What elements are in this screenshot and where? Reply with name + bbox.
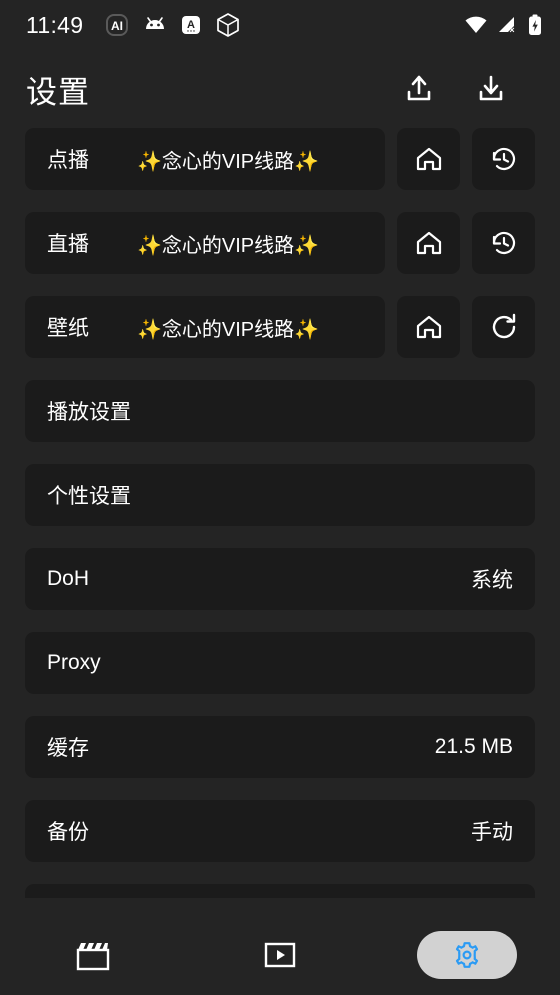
live-tv-play-icon <box>263 940 297 970</box>
svg-text:AI: AI <box>111 19 123 33</box>
page-title: 设置 <box>26 74 90 110</box>
status-notification-icons: AI A <box>105 12 241 38</box>
backup-value: 手动 <box>471 821 513 844</box>
wifi-icon <box>464 15 488 35</box>
upload-icon[interactable] <box>402 72 436 106</box>
history-icon <box>489 228 519 258</box>
settings-row-playback: 播放设置 <box>25 380 535 442</box>
refresh-icon <box>489 312 519 342</box>
doh-value: 系统 <box>471 569 513 592</box>
settings-row-live: 直播 ✨念心的VIP线路✨ <box>25 212 535 274</box>
live-line-text: 念心的VIP线路 <box>161 234 295 257</box>
movie-clapperboard-icon <box>75 938 111 972</box>
home-icon <box>414 228 444 258</box>
nav-tab-movies[interactable] <box>0 915 187 995</box>
sparkle-icon: ✨ <box>137 150 162 173</box>
playback-settings-label: 播放设置 <box>47 401 131 424</box>
android-robot-icon <box>143 16 167 34</box>
sparkle-icon: ✨ <box>294 234 320 257</box>
doh-label: DoH <box>47 567 90 590</box>
settings-row-personalization: 个性设置 <box>25 464 535 526</box>
cellular-signal-no-sim-icon: × <box>497 15 519 35</box>
settings-row-cache: 缓存 21.5 MB <box>25 716 535 778</box>
nav-tab-live[interactable] <box>187 915 374 995</box>
app-screen: 11:49 AI A × 设置 点播 ✨念心的VIP线路✨ 直播 ✨念心的VIP… <box>0 0 560 995</box>
svg-text:A: A <box>187 19 195 31</box>
settings-row-doh: DoH 系统 <box>25 548 535 610</box>
status-bar: 11:49 AI A × <box>0 0 560 50</box>
backup-item[interactable]: 备份 手动 <box>25 800 535 862</box>
nav-pill-movies <box>43 931 143 979</box>
wallpaper-home-button[interactable] <box>397 296 460 358</box>
header-actions <box>402 72 534 106</box>
settings-row-backup: 备份 手动 <box>25 800 535 862</box>
cache-label: 缓存 <box>47 737 89 760</box>
proxy-item[interactable]: Proxy <box>25 632 535 694</box>
settings-row-proxy: Proxy <box>25 632 535 694</box>
status-system-icons: × <box>464 14 542 36</box>
doh-item[interactable]: DoH 系统 <box>25 548 535 610</box>
wallpaper-line-card[interactable]: 壁纸 ✨念心的VIP线路✨ <box>25 296 385 358</box>
proxy-label: Proxy <box>47 651 101 674</box>
live-home-button[interactable] <box>397 212 460 274</box>
gear-icon <box>451 939 483 971</box>
history-icon <box>489 144 519 174</box>
nav-pill-settings <box>416 931 517 979</box>
sparkle-icon: ✨ <box>137 234 162 257</box>
ai-assistant-icon: AI <box>105 13 129 37</box>
svg-text:×: × <box>509 25 514 35</box>
nav-pill-live <box>230 931 330 979</box>
home-icon <box>414 144 444 174</box>
vod-line-name: ✨念心的VIP线路✨ <box>137 145 319 174</box>
wallpaper-line-text: 念心的VIP线路 <box>161 318 295 341</box>
live-line-name: ✨念心的VIP线路✨ <box>137 229 319 258</box>
page-header: 设置 <box>0 50 560 128</box>
live-label: 直播 <box>47 233 89 256</box>
vod-line-text: 念心的VIP线路 <box>161 150 295 173</box>
cache-value: 21.5 MB <box>434 735 513 758</box>
bottom-navigation <box>0 915 560 995</box>
home-icon <box>414 312 444 342</box>
wallpaper-line-name: ✨念心的VIP线路✨ <box>137 313 319 342</box>
cache-item[interactable]: 缓存 21.5 MB <box>25 716 535 778</box>
settings-row-wallpaper: 壁纸 ✨念心的VIP线路✨ <box>25 296 535 358</box>
settings-row-vod: 点播 ✨念心的VIP线路✨ <box>25 128 535 190</box>
settings-row-next-partial[interactable] <box>25 884 535 898</box>
battery-charging-icon <box>528 14 542 36</box>
sparkle-icon: ✨ <box>294 150 320 173</box>
wallpaper-refresh-button[interactable] <box>472 296 535 358</box>
vod-history-button[interactable] <box>472 128 535 190</box>
vod-line-card[interactable]: 点播 ✨念心的VIP线路✨ <box>25 128 385 190</box>
package-cube-icon <box>215 12 241 38</box>
wallpaper-label: 壁纸 <box>47 317 89 340</box>
live-line-card[interactable]: 直播 ✨念心的VIP线路✨ <box>25 212 385 274</box>
settings-list: 点播 ✨念心的VIP线路✨ 直播 ✨念心的VIP线路✨ 壁纸 ✨念心的VIP线路… <box>0 128 560 898</box>
personalization-settings-item[interactable]: 个性设置 <box>25 464 535 526</box>
sparkle-icon: ✨ <box>137 318 162 341</box>
status-clock: 11:49 <box>26 11 84 38</box>
backup-label: 备份 <box>47 821 89 844</box>
vod-label: 点播 <box>47 149 89 172</box>
nav-tab-settings[interactable] <box>373 915 560 995</box>
sparkle-icon: ✨ <box>294 318 320 341</box>
translate-app-icon: A <box>181 15 201 35</box>
personalization-settings-label: 个性设置 <box>47 485 131 508</box>
download-icon[interactable] <box>474 72 508 106</box>
playback-settings-item[interactable]: 播放设置 <box>25 380 535 442</box>
live-history-button[interactable] <box>472 212 535 274</box>
vod-home-button[interactable] <box>397 128 460 190</box>
